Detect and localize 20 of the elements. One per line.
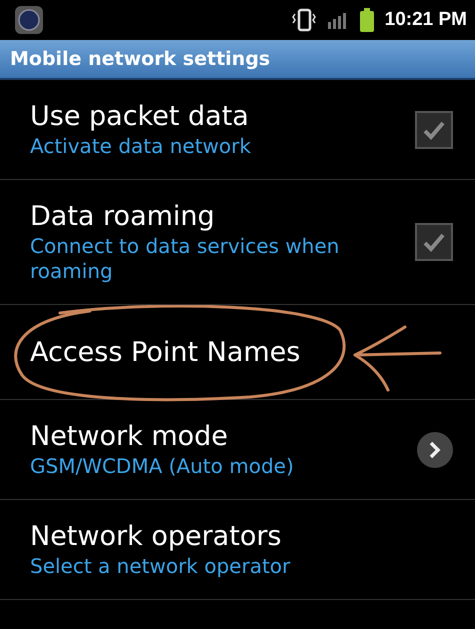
chevron-icon (417, 432, 453, 468)
setting-title[interactable]: Data roaming (30, 200, 365, 232)
setting-title[interactable]: Use packet data (30, 100, 365, 132)
setting-summary: GSM/WCDMA (Auto mode) (30, 454, 295, 478)
checkmark-icon (422, 120, 446, 140)
signal-icon (326, 10, 349, 30)
checkbox[interactable] (415, 110, 453, 148)
checkmark-icon (422, 232, 446, 252)
app-icon (14, 5, 44, 35)
setting-summary: Activate data network (30, 134, 252, 158)
screen-title: Mobile network settings (10, 48, 270, 70)
vibrate-icon (290, 8, 317, 32)
setting-title[interactable]: Network operators (30, 520, 453, 552)
setting-summary: Select a network operator (30, 554, 292, 578)
setting-title[interactable]: Access Point Names (30, 336, 453, 368)
setting-summary: Connect to data services when roaming (30, 234, 340, 284)
battery-icon (358, 7, 375, 33)
status-time: 10:21 PM (384, 9, 467, 31)
setting-title[interactable]: Network mode (30, 420, 367, 452)
checkbox[interactable] (415, 223, 453, 261)
